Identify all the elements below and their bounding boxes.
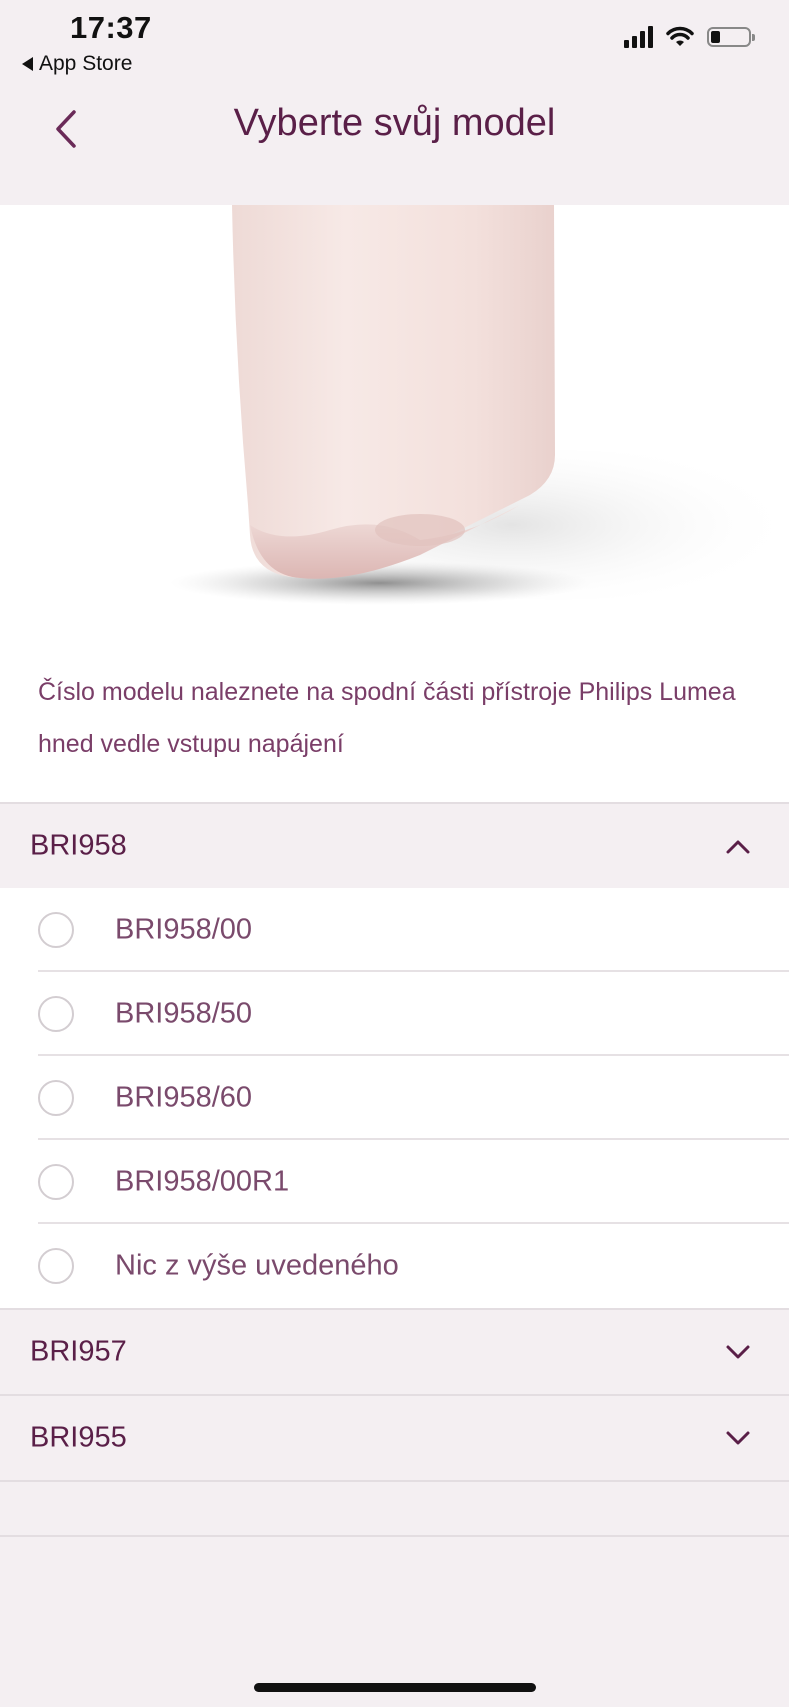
- group-label: BRI955: [30, 1421, 127, 1454]
- radio-button[interactable]: [38, 912, 74, 948]
- chevron-down-icon: [726, 1345, 750, 1359]
- option-label: Nic z výše uvedeného: [115, 1249, 399, 1282]
- group-header-bri957[interactable]: BRI957: [0, 1310, 789, 1394]
- product-image: [0, 205, 789, 650]
- option-label: BRI958/00R1: [115, 1165, 290, 1198]
- back-app-label: App Store: [39, 52, 133, 75]
- radio-button[interactable]: [38, 1248, 74, 1284]
- option-label: BRI958/60: [115, 1081, 253, 1114]
- model-option-none[interactable]: Nic z výše uvedeného: [0, 1224, 789, 1308]
- status-time: 17:37: [70, 10, 152, 45]
- back-triangle-icon: [22, 57, 33, 71]
- model-option-bri958-60[interactable]: BRI958/60: [0, 1056, 789, 1140]
- back-to-app-store-link[interactable]: App Store: [22, 52, 132, 76]
- chevron-down-icon: [726, 1431, 750, 1445]
- divider: [0, 1480, 789, 1482]
- status-bar: 17:37 App Store: [0, 0, 789, 90]
- battery-icon: [707, 27, 755, 47]
- model-option-bri958-00r1[interactable]: BRI958/00R1: [0, 1140, 789, 1224]
- group-label: BRI958: [30, 829, 127, 862]
- radio-button[interactable]: [38, 1164, 74, 1200]
- status-icons: [624, 26, 755, 48]
- model-number-hint: Číslo modelu naleznete na spodní části p…: [0, 650, 789, 802]
- model-option-bri958-00[interactable]: BRI958/00: [0, 888, 789, 972]
- model-option-bri958-50[interactable]: BRI958/50: [0, 972, 789, 1056]
- group-label: BRI957: [30, 1335, 127, 1368]
- model-options-list: BRI958/00 BRI958/50 BRI958/60 BRI958/00R…: [0, 888, 789, 1308]
- home-indicator[interactable]: [254, 1683, 536, 1692]
- radio-button[interactable]: [38, 996, 74, 1032]
- wifi-icon: [666, 26, 694, 46]
- divider: [0, 1535, 789, 1537]
- cellular-signal-icon: [624, 26, 653, 48]
- option-label: BRI958/00: [115, 913, 253, 946]
- group-header-bri958[interactable]: BRI958: [0, 804, 789, 888]
- chevron-up-icon: [726, 840, 750, 854]
- group-header-bri955[interactable]: BRI955: [0, 1396, 789, 1480]
- radio-button[interactable]: [38, 1080, 74, 1116]
- page-title: Vyberte svůj model: [233, 102, 556, 144]
- navigation-bar: Vyberte svůj model: [0, 90, 789, 205]
- option-label: BRI958/50: [115, 997, 253, 1030]
